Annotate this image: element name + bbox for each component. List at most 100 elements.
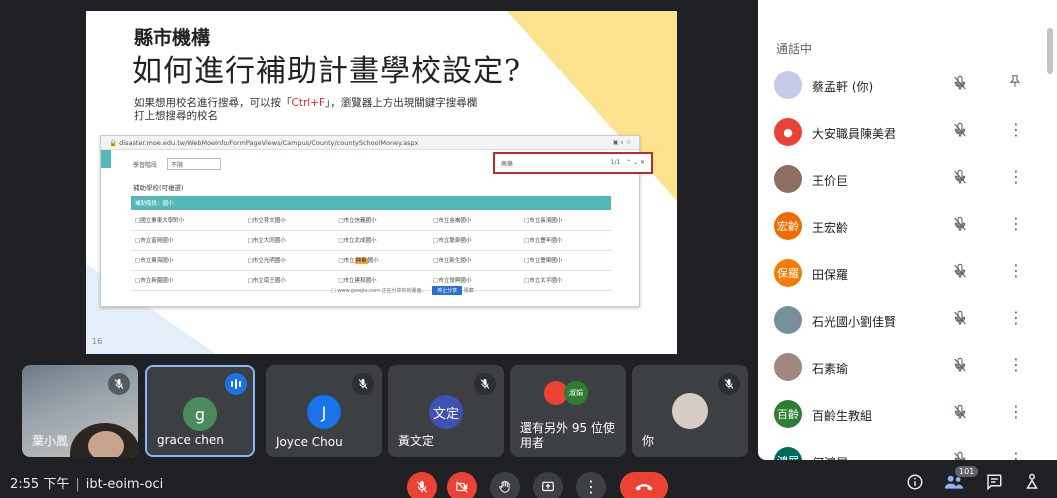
avatar: 保羅	[774, 259, 802, 287]
table-cell: □市立新園國小	[131, 270, 244, 291]
more-vert-icon: ⋮	[583, 477, 599, 496]
participant-tile[interactable]: 葉小鳳	[22, 365, 138, 457]
meeting-details-button[interactable]	[903, 470, 927, 494]
panel-scrollbar[interactable]	[1047, 28, 1053, 74]
meeting-code: ibt-eoim-oci	[85, 477, 164, 492]
participant-name: 蔡孟軒 (你)	[812, 80, 874, 94]
participant-row[interactable]: 保羅 田保羅 ⋮	[758, 251, 1043, 298]
participant-row[interactable]: 蔡孟軒 (你)	[758, 63, 1043, 110]
avatar: 宏齡	[774, 212, 802, 240]
avatar	[672, 393, 708, 429]
table-row: □國立臺東大學附小 □市立育文國小 □市立信義國小 □市立金崙國小 □市立長濱國小	[131, 210, 611, 231]
avatar	[774, 71, 802, 99]
tile-name: 你	[642, 434, 655, 448]
mic-off-icon	[952, 310, 968, 330]
table-row: □市立富岡國小 □市立大同國小 □市立北成國小 □市立龍泉國小 □市立豐年國小	[131, 230, 611, 251]
participant-more-button[interactable]: ⋮	[1008, 449, 1024, 460]
table-subtitle: 補助學校(可複選)	[133, 184, 184, 192]
mic-off-icon	[952, 357, 968, 377]
avatar: ●	[774, 118, 802, 146]
find-count: 1/1	[610, 159, 621, 166]
people-panel: 通話中 蔡孟軒 (你) ● 大安職員陳美君 ⋮ 王价巨 ⋮ 宏齡 王宏齡 ⋮ 保羅 田保羅 ⋮ 石光國小…	[758, 0, 1057, 460]
participant-tile[interactable]: 文定 黃文定	[388, 365, 504, 457]
participant-row[interactable]: 鴻展何鴻展 ⋮	[758, 439, 1043, 460]
tile-name: 葉小鳳	[32, 434, 69, 448]
table-cell: □市立光明國小	[243, 250, 335, 271]
participant-row[interactable]: 百齡 百齡生教組 ⋮	[758, 392, 1043, 439]
mic-off-icon	[474, 373, 496, 395]
chat-button[interactable]	[982, 470, 1006, 494]
mini-avatar: 淑娟	[564, 381, 588, 405]
mic-off-icon	[352, 373, 374, 395]
participant-more-button[interactable]: ⋮	[1008, 167, 1024, 186]
participant-more-button[interactable]: ⋮	[1008, 214, 1024, 233]
slide-title: 如何進行補助計畫學校設定?	[132, 54, 522, 89]
raise-hand-button[interactable]	[490, 472, 520, 498]
participant-more-button[interactable]: ⋮	[1008, 308, 1024, 327]
participant-row[interactable]: 石光國小劉佳賢 ⋮	[758, 298, 1043, 345]
mic-off-icon	[952, 404, 968, 424]
table-cell: □市立東海國小	[131, 250, 244, 271]
activities-button[interactable]	[1020, 470, 1044, 494]
participant-row[interactable]: 宏齡 王宏齡 ⋮	[758, 204, 1043, 251]
participant-name: 石光國小劉佳賢	[812, 315, 897, 329]
mic-off-icon	[952, 169, 968, 189]
more-options-button[interactable]: ⋮	[576, 472, 606, 498]
participant-tile[interactable]: g grace chen	[145, 365, 255, 457]
activities-icon	[1026, 473, 1038, 489]
filter-label: 學習階段	[133, 162, 158, 169]
participant-row[interactable]: 石素瑜 ⋮	[758, 345, 1043, 392]
chat-icon	[987, 474, 1002, 491]
participant-tile[interactable]: J Joyce Chou	[266, 365, 382, 457]
lock-icon: 🔒	[109, 139, 118, 147]
browser-url: disaster.moe.edu.tw/WebMoeInfo/FormPageV…	[119, 139, 419, 147]
pin-button[interactable]	[1008, 73, 1022, 93]
mic-off-icon	[108, 373, 130, 395]
mic-off-icon	[952, 122, 968, 142]
find-controls: 1/1 ⌃ ⌄ ✕	[610, 159, 645, 166]
participant-name: 田保羅	[812, 268, 849, 282]
avatar	[774, 306, 802, 334]
stop-share-button: 停止分享	[432, 286, 463, 295]
tile-name: grace chen	[157, 433, 224, 447]
slide-page-number: 16	[92, 337, 103, 346]
table-cell: □國立臺東大學附小	[131, 210, 244, 231]
table-cell: □市立金崙國小	[429, 210, 521, 231]
participant-row[interactable]: 王价巨 ⋮	[758, 157, 1043, 204]
participant-more-button[interactable]: ⋮	[1008, 261, 1024, 280]
leave-call-button[interactable]	[620, 472, 668, 498]
mic-off-icon	[952, 75, 968, 95]
table-cell: □市立興華國小	[334, 250, 430, 271]
present-button[interactable]	[533, 472, 563, 498]
mic-toggle-button[interactable]	[407, 472, 437, 498]
separator: |	[75, 477, 80, 492]
more-participants-tile[interactable]: 淑娟 還有另外 95 位使用者	[510, 365, 626, 457]
table-body: □國立臺東大學附小 □市立育文國小 □市立信義國小 □市立金崙國小 □市立長濱國小 □市立…	[131, 210, 611, 291]
desc-highlight: Ctrl+F	[291, 97, 326, 109]
participant-row[interactable]: ● 大安職員陳美君 ⋮	[758, 110, 1043, 157]
self-tile[interactable]: 你	[632, 365, 748, 457]
participant-more-button[interactable]: ⋮	[1008, 120, 1024, 139]
table-header: 補助階段：國小	[131, 196, 611, 210]
hide-link: 隱藏	[463, 288, 474, 294]
control-bar: 2:55 下午 | ibt-eoim-oci ⋮	[0, 462, 1057, 498]
camera-toggle-button[interactable]	[447, 472, 477, 498]
avatar: 鴻展	[774, 447, 802, 460]
avatar	[774, 353, 802, 381]
mic-off-icon	[416, 481, 428, 493]
table-cell: □市立北成國小	[334, 230, 430, 251]
presentation-slide: 縣市機構 如何進行補助計畫學校設定? 如果想用校名進行搜尋，可以按「Ctrl+F…	[86, 11, 677, 354]
hand-icon	[499, 480, 510, 493]
participant-name: 大安職員陳美君	[812, 127, 897, 141]
table-cell: □市立富岡國小	[131, 230, 244, 251]
desc-text: 打上想搜尋的校名	[134, 110, 218, 122]
share-notice-text: □ www.google.com 正在分享你的畫面。	[331, 288, 427, 294]
avatar	[774, 165, 802, 193]
meet-window: 縣市機構 如何進行補助計畫學校設定? 如果想用校名進行搜尋，可以按「Ctrl+F…	[0, 0, 1057, 498]
participant-more-button[interactable]: ⋮	[1008, 402, 1024, 421]
participant-name: 百齡生教組	[812, 409, 873, 423]
table-cell: □市立龍泉國小	[429, 230, 521, 251]
participant-name: 石素瑜	[812, 362, 849, 376]
table-cell: □市立大同國小	[243, 230, 335, 251]
participant-more-button[interactable]: ⋮	[1008, 355, 1024, 374]
